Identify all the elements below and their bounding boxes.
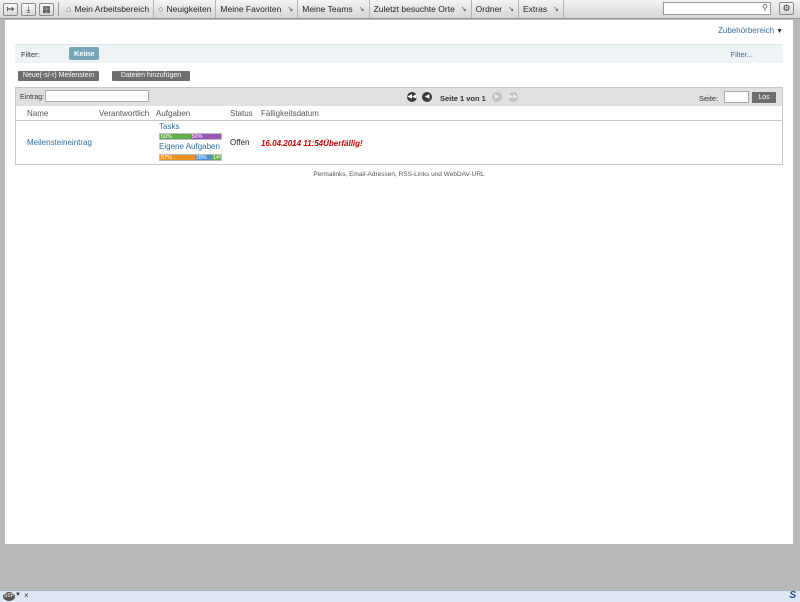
chevron-down-icon[interactable]: ▼: [15, 592, 21, 598]
top-toolbar: ↦ ⤓ ▦ ⌂ Mein Arbeitsbereich ○ Neuigkeiten Me…: [0, 0, 800, 19]
last-page-icon[interactable]: ▶▶: [508, 92, 518, 102]
download-icon[interactable]: ⤓: [21, 2, 36, 16]
menu-item-mein-arbeitsbereich[interactable]: ⌂ Mein Arbeitsbereich: [62, 0, 155, 18]
home-icon: ⌂: [66, 4, 72, 14]
entry-label: Eintrag:: [20, 94, 45, 101]
pagination-text: Seite 1 von 1: [440, 94, 486, 103]
page-label: Seite:: [699, 94, 719, 103]
menu-item-ordner[interactable]: Ordner ↘: [472, 0, 520, 18]
footer-links[interactable]: Permalinks, Email-Adressen, RSS-Links un…: [5, 171, 793, 178]
progress-segment: 28%: [194, 155, 212, 160]
accessory-area-label[interactable]: Zubehörbereich: [718, 26, 774, 35]
dropdown-arrow-icon: ↘: [358, 6, 365, 13]
search-input[interactable]: ⚲: [663, 2, 771, 15]
dropdown-arrow-icon: ↘: [508, 6, 515, 13]
news-icon: ○: [158, 4, 164, 14]
settings-icon[interactable]: ⚙: [779, 2, 794, 15]
progress-segment: 57%: [160, 155, 195, 160]
milestone-table: Eintrag: ◀◀ ◀ Seite 1 von 1 ▶ ▶▶ Seite: …: [15, 87, 783, 165]
milestone-name-link[interactable]: Meilensteineintrag: [27, 138, 92, 147]
column-header-due-date[interactable]: Fälligkeitsdatum: [261, 109, 319, 118]
menu-item-neuigkeiten[interactable]: ○ Neuigkeiten: [154, 0, 217, 18]
main-panel: Zubehörbereich ▼ Filter: Keine Filter... …: [5, 20, 793, 544]
own-tasks-progress-bar: 57%28%14%: [159, 154, 222, 161]
status-value: Offen: [230, 138, 250, 147]
bottom-status-bar: SSP ▼ × S: [0, 590, 800, 602]
column-header-name[interactable]: Name: [27, 109, 48, 118]
menu-item-label: Neuigkeiten: [166, 4, 212, 14]
entry-input[interactable]: [45, 90, 149, 102]
main-menu: ⌂ Mein Arbeitsbereich ○ Neuigkeiten Meine Fa…: [62, 0, 564, 18]
filter-bar: Filter: Keine Filter...: [15, 44, 783, 63]
column-header-tasks[interactable]: Aufgaben: [156, 109, 190, 118]
column-header-status[interactable]: Status: [230, 109, 253, 118]
menu-item-label: Meine Favoriten: [220, 4, 282, 14]
tree-icon[interactable]: ▦: [39, 2, 54, 16]
own-tasks-link[interactable]: Eigene Aufgaben: [159, 142, 220, 151]
menu-item-extras[interactable]: Extras ↘: [519, 0, 564, 18]
menu-item-meine-teams[interactable]: Meine Teams ↘: [298, 0, 370, 18]
dropdown-arrow-icon: ↘: [460, 6, 467, 13]
page-input[interactable]: [724, 91, 749, 103]
menu-item-label: Meine Teams: [302, 4, 353, 14]
menu-item-label: Extras: [523, 4, 548, 14]
next-page-icon[interactable]: ▶: [492, 92, 502, 102]
brand-s-icon: S: [789, 590, 796, 601]
tasks-link[interactable]: Tasks: [159, 122, 179, 131]
column-header-row: Name Verantwortlich Aufgaben Status Fäll…: [16, 107, 782, 121]
progress-segment: 50%: [160, 134, 191, 139]
menu-item-zuletzt-besuchte-orte[interactable]: Zuletzt besuchte Orte ↘: [370, 0, 472, 18]
progress-segment: 14%: [211, 155, 221, 160]
table-nav-bar: Eintrag: ◀◀ ◀ Seite 1 von 1 ▶ ▶▶ Seite: …: [16, 88, 782, 106]
accessory-area-dropdown[interactable]: Zubehörbereich ▼: [718, 26, 783, 35]
menu-item-label: Zuletzt besuchte Orte: [373, 4, 455, 14]
menu-item-label: Mein Arbeitsbereich: [74, 4, 150, 14]
progress-segment: 50%: [190, 134, 221, 139]
chevron-down-icon[interactable]: ▼: [776, 28, 783, 35]
search-icon[interactable]: ⚲: [762, 3, 768, 12]
dropdown-arrow-icon: ↘: [553, 6, 559, 13]
table-row: Meilensteineintrag Tasks 50% 50% Eigene A…: [16, 121, 782, 164]
add-files-button[interactable]: Dateien hinzufügen: [112, 71, 190, 81]
toolbar-divider: [58, 2, 59, 16]
dropdown-arrow-icon: ↘: [287, 6, 294, 13]
close-icon[interactable]: ×: [24, 591, 29, 600]
due-date-overdue: 16.04.2014 11:54Überfällig!: [261, 139, 363, 148]
filter-link[interactable]: Filter...: [730, 50, 753, 59]
login-icon[interactable]: ↦: [3, 2, 18, 16]
previous-page-icon[interactable]: ◀: [422, 92, 432, 102]
first-page-icon[interactable]: ◀◀: [407, 92, 417, 102]
filter-label: Filter:: [21, 50, 40, 59]
app-logo[interactable]: SSP: [3, 592, 15, 601]
go-button[interactable]: Los: [752, 92, 776, 103]
column-header-responsible[interactable]: Verantwortlich: [99, 109, 149, 118]
menu-item-label: Ordner: [475, 4, 503, 14]
filter-chip-none[interactable]: Keine: [69, 47, 100, 60]
tasks-progress-bar: 50% 50%: [159, 133, 222, 140]
new-milestone-button[interactable]: Neue(-s/-r) Meilenstein: [18, 71, 99, 81]
menu-item-meine-favoriten[interactable]: Meine Favoriten ↘: [216, 0, 299, 18]
